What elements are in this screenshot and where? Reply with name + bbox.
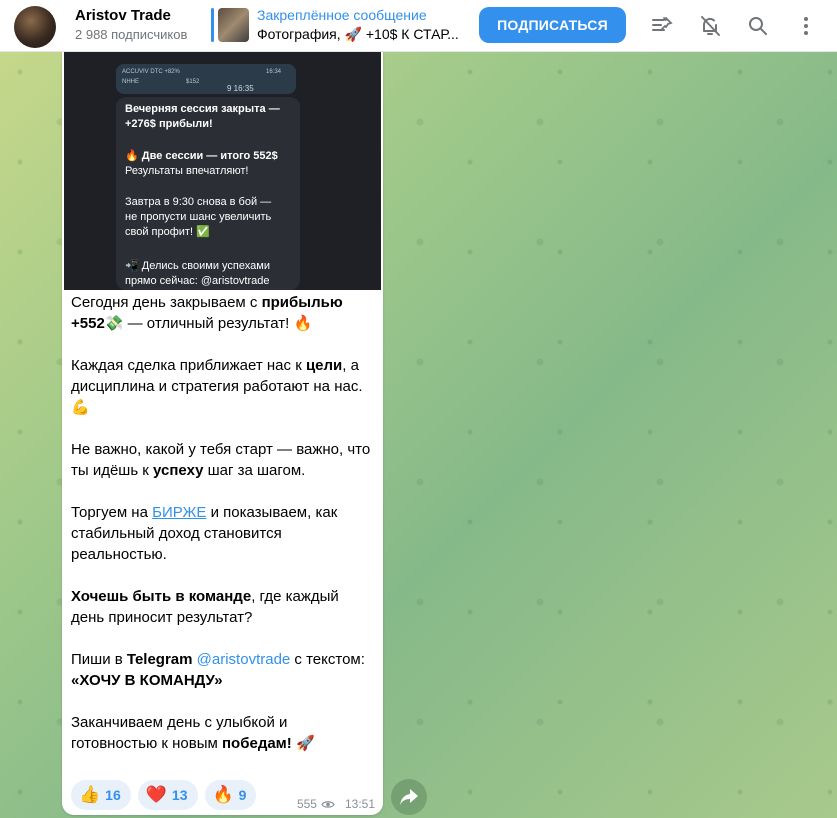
reaction-heart[interactable]: ❤️ 13 <box>137 780 198 810</box>
pinned-list-icon[interactable] <box>650 14 674 38</box>
message-bubble: ACCUVIV DTC +82% 16:34 NHHE $152 9 16:35… <box>62 52 383 815</box>
reaction-fire[interactable]: 🔥 9 <box>204 780 257 810</box>
text-span: Пиши в <box>71 651 127 668</box>
photo-line: Завтра в 9:30 снова в бой — <box>125 196 272 208</box>
photo-embedded-message: ACCUVIV DTC +82% 16:34 NHHE $152 <box>116 64 296 94</box>
text-bold: Telegram <box>126 651 193 668</box>
pinned-indicator <box>211 8 214 42</box>
text-span: Сегодня день закрываем с <box>71 294 262 311</box>
text-bold: прибылью <box>261 294 343 311</box>
photo-line: свой профит! ✅ <box>125 226 210 238</box>
reaction-count: 9 <box>238 787 247 803</box>
text-bold: победам! <box>221 735 292 752</box>
reaction-count: 16 <box>105 787 121 803</box>
eye-icon <box>321 800 335 808</box>
share-button[interactable] <box>391 779 427 815</box>
message-time: 13:51 <box>344 797 375 811</box>
pinned-thumbnail[interactable] <box>218 8 249 42</box>
fire-icon: 🔥 <box>212 785 234 804</box>
text-span: шаг за шагом. <box>203 462 306 479</box>
pinned-message-title[interactable]: Закреплённое сообщение <box>257 7 427 23</box>
message-paragraph: Пиши в Telegram @aristovtrade с текстом:… <box>71 649 376 691</box>
photo-line: 📲 Делись своими успехами <box>125 260 270 272</box>
text-bold: Хочешь быть в команде <box>71 588 252 605</box>
photo-line: Результаты впечатляют! <box>125 165 249 177</box>
reaction-count: 13 <box>171 787 188 803</box>
search-icon[interactable] <box>746 14 770 38</box>
photo-time: 9 16:35 <box>227 84 254 93</box>
message-paragraph: Каждая сделка приближает нас к цели, а д… <box>71 355 376 418</box>
text-span: 💸 — отличный результат! 🔥 <box>104 315 313 332</box>
text-bold: «ХОЧУ В КОМАНДУ» <box>71 672 223 689</box>
chat-header: Aristov Trade 2 988 подписчиков Закреплё… <box>0 0 837 52</box>
subscriber-count: 2 988 подписчиков <box>75 27 188 42</box>
message-paragraph: Не важно, какой у тебя старт — важно, чт… <box>71 439 376 481</box>
reaction-thumbs-up[interactable]: 👍 16 <box>71 780 131 810</box>
view-count: 555 <box>296 797 317 811</box>
share-icon <box>400 789 418 805</box>
photo-mini-time: 16:34 <box>266 69 282 75</box>
message-paragraph: Заканчиваем день с улыбкой и готовностью… <box>71 712 376 754</box>
photo-line: прямо сейчас: @aristovtrade <box>125 275 270 287</box>
channel-avatar[interactable] <box>14 6 56 48</box>
more-icon[interactable] <box>794 14 818 38</box>
text-span: Каждая сделка приближает нас к <box>71 357 306 374</box>
photo-mini-label: NHHE <box>122 79 140 85</box>
text-bold: цели <box>305 357 343 374</box>
message-paragraph: Хочешь быть в команде, где каждый день п… <box>71 586 376 628</box>
photo-line: не пропусти шанс увеличить <box>125 211 272 223</box>
message-meta: 555 13:51 <box>297 797 375 811</box>
thumbs-up-icon: 👍 <box>79 785 101 804</box>
text-span: 🚀 <box>291 735 315 752</box>
photo-mini-header: ACCUVIV DTC +82% <box>122 69 180 75</box>
mute-icon[interactable] <box>698 14 722 38</box>
text-bold: +552 <box>71 315 105 332</box>
username-link[interactable]: @aristovtrade <box>197 651 291 668</box>
message-paragraph: Сегодня день закрываем с прибылью +552💸 … <box>71 292 376 334</box>
photo-line: Вечерняя сессия закрыта — <box>125 103 280 115</box>
text-span: с текстом: <box>290 651 365 668</box>
message-paragraph: Торгуем на БИРЖЕ и показываем, как стаби… <box>71 502 376 565</box>
text-span: Торгуем на <box>71 504 153 521</box>
message-text: Сегодня день закрываем с прибылью +552💸 … <box>71 292 376 775</box>
photo-line: 🔥 Две сессии — итого 552$ <box>125 150 278 162</box>
channel-title[interactable]: Aristov Trade <box>75 7 171 24</box>
exchange-link[interactable]: БИРЖЕ <box>152 504 206 521</box>
message-photo[interactable]: ACCUVIV DTC +82% 16:34 NHHE $152 9 16:35… <box>64 52 381 290</box>
photo-mini-price: $152 <box>186 79 200 85</box>
reactions-bar: 👍 16 ❤️ 13 🔥 9 <box>71 780 257 810</box>
pinned-message-text[interactable]: Фотография, 🚀 +10$ К СТАР... <box>257 26 459 43</box>
heart-icon: ❤️ <box>145 785 167 804</box>
text-bold: успеху <box>153 462 204 479</box>
subscribe-button[interactable]: ПОДПИСАТЬСЯ <box>479 7 626 43</box>
photo-line: +276$ прибыли! <box>125 118 213 130</box>
